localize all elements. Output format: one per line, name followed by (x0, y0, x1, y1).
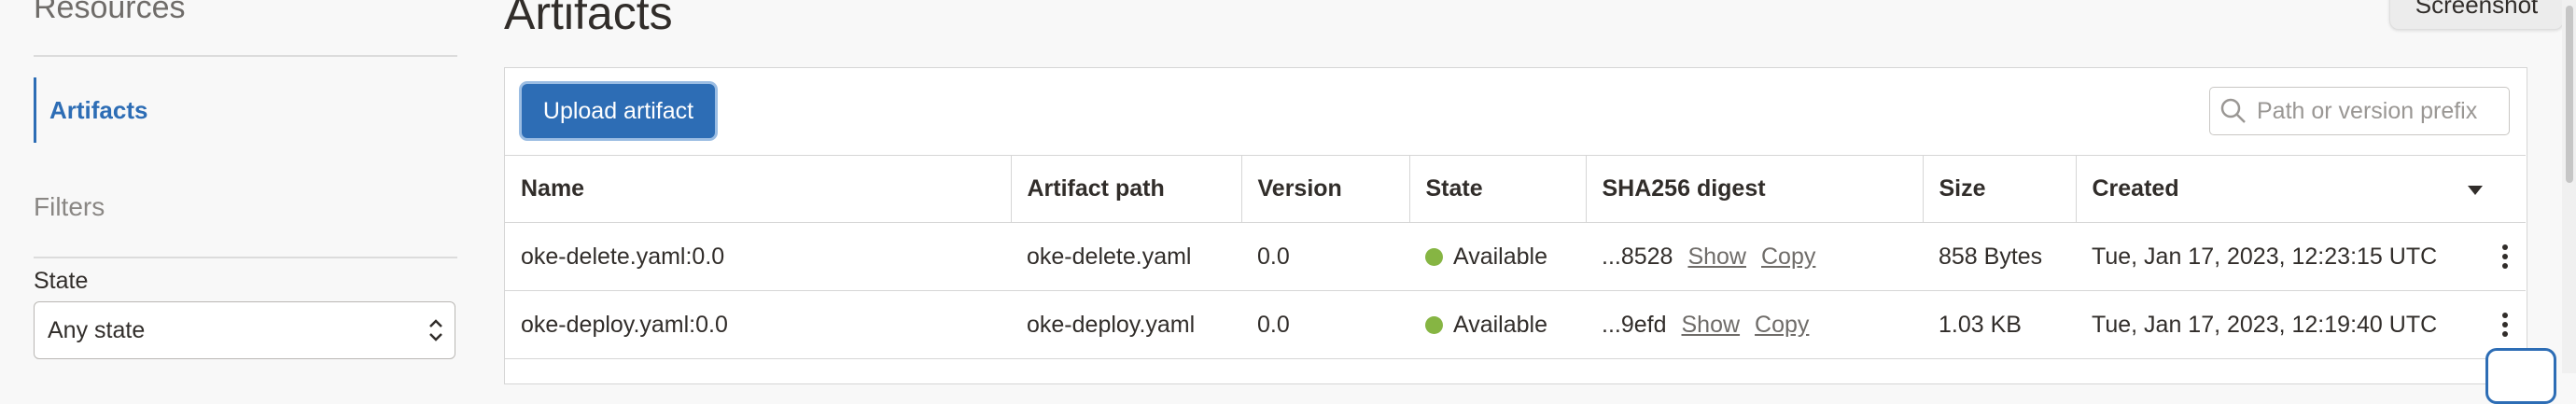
cell-state: Available (1409, 222, 1586, 291)
sidebar-item-label: Artifacts (49, 95, 148, 124)
show-digest-link[interactable]: Show (1687, 244, 1746, 270)
kebab-menu-icon[interactable] (2485, 312, 2526, 338)
column-header-version[interactable]: Version (1240, 155, 1409, 223)
cell-sha256: ...8528 Show Copy (1586, 222, 1923, 291)
kebab-menu-icon[interactable] (2485, 244, 2526, 270)
resources-title: Resources (34, 0, 186, 25)
cell-artifact-path: oke-delete.yaml (1011, 222, 1241, 291)
cell-created: Tue, Jan 17, 2023, 12:23:15 UTC (2076, 222, 2526, 291)
cell-name: oke-deploy.yaml:0.0 (505, 290, 1011, 359)
show-digest-link[interactable]: Show (1682, 312, 1741, 338)
digest-text: ...8528 (1602, 243, 1673, 270)
created-text: Tue, Jan 17, 2023, 12:23:15 UTC (2092, 243, 2438, 270)
divider (34, 257, 457, 258)
available-status-icon (1425, 247, 1443, 266)
chevron-updown-icon (427, 313, 445, 354)
available-status-icon (1425, 315, 1443, 334)
cell-artifact-path: oke-deploy.yaml (1011, 290, 1241, 359)
cell-created: Tue, Jan 17, 2023, 12:19:40 UTC (2076, 290, 2526, 359)
page-title: Artifacts (504, 0, 673, 39)
upload-artifact-button[interactable]: Upload artifact (522, 84, 715, 138)
scrollbar-thumb[interactable] (2566, 6, 2573, 183)
help-button[interactable] (2485, 348, 2556, 404)
state-filter-label: State (34, 268, 89, 294)
column-header-sha256[interactable]: SHA256 digest (1585, 155, 1923, 223)
filters-title: Filters (34, 192, 105, 221)
cell-size: 1.03 KB (1923, 290, 2076, 359)
column-header-created-label: Created (2092, 175, 2179, 202)
column-header-state[interactable]: State (1408, 155, 1586, 223)
cell-state: Available (1409, 290, 1586, 359)
cell-version: 0.0 (1241, 222, 1409, 291)
digest-text: ...9efd (1602, 311, 1667, 338)
column-header-artifact-path[interactable]: Artifact path (1010, 155, 1241, 223)
state-text: Available (1453, 243, 1548, 270)
sort-down-icon[interactable] (2466, 175, 2485, 202)
active-indicator (34, 77, 36, 143)
resources-sidebar: Resources Artifacts Filters State Any st… (0, 0, 485, 373)
state-select[interactable]: Any state (34, 301, 455, 359)
column-header-size[interactable]: Size (1922, 155, 2076, 223)
sidebar-item-artifacts[interactable]: Artifacts (34, 77, 457, 143)
search-icon (2219, 97, 2247, 125)
screenshot-button[interactable]: Screenshot (2389, 0, 2564, 30)
cell-size: 858 Bytes (1923, 222, 2076, 291)
cell-version: 0.0 (1241, 290, 1409, 359)
artifacts-table: Name Artifact path Version State SHA256 … (505, 155, 2526, 359)
created-text: Tue, Jan 17, 2023, 12:19:40 UTC (2092, 311, 2438, 338)
column-header-created[interactable]: Created (2075, 155, 2526, 223)
table-row[interactable]: oke-delete.yaml:0.0 oke-delete.yaml 0.0 … (505, 222, 2526, 291)
cell-name: oke-delete.yaml:0.0 (505, 222, 1011, 291)
cell-sha256: ...9efd Show Copy (1586, 290, 1923, 359)
divider (34, 55, 457, 57)
state-select-value: Any state (48, 316, 146, 343)
state-text: Available (1453, 311, 1548, 338)
search-input[interactable] (2255, 96, 2492, 126)
copy-digest-link[interactable]: Copy (1761, 244, 1815, 270)
artifacts-panel: Upload artifact Name Artifact path Versi… (504, 67, 2527, 384)
copy-digest-link[interactable]: Copy (1755, 312, 1809, 338)
search-box[interactable] (2209, 87, 2510, 135)
column-header-name[interactable]: Name (505, 155, 1011, 223)
table-header-row: Name Artifact path Version State SHA256 … (505, 155, 2526, 223)
table-row[interactable]: oke-deploy.yaml:0.0 oke-deploy.yaml 0.0 … (505, 290, 2526, 359)
